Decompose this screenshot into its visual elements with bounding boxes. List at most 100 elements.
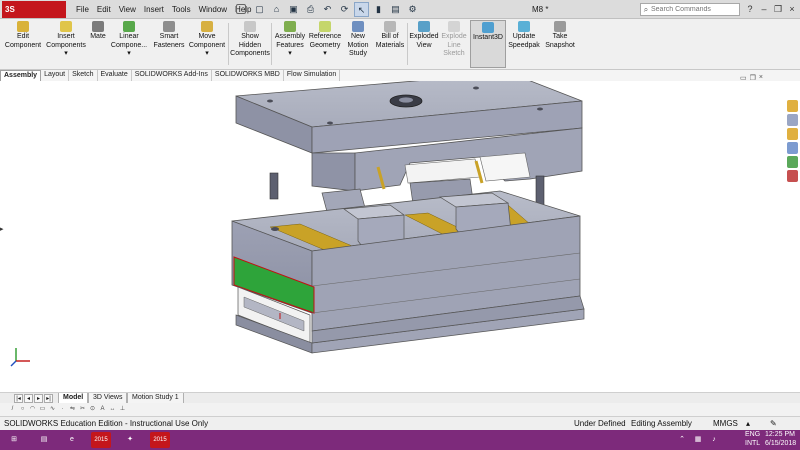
tab-layout[interactable]: Layout [41, 70, 70, 81]
cavity-block-front [311, 152, 356, 192]
offset-tool-icon[interactable]: ⊙ [88, 405, 97, 414]
menu-window[interactable]: Window [195, 0, 231, 19]
menu-bar: File Edit View Insert Tools Window Help [72, 0, 256, 19]
menu-tools[interactable]: Tools [168, 0, 195, 19]
undo-icon[interactable]: ↶ [320, 2, 335, 17]
tile-icon[interactable]: ▭ [740, 74, 747, 82]
clock-date[interactable]: 6/15/2018 [765, 439, 796, 449]
insert-components-button[interactable]: Insert Components ▾ [46, 21, 86, 59]
instant3d-icon [482, 22, 494, 33]
definition-status: Under Defined [574, 419, 626, 428]
file-explorer-taskbar-icon[interactable]: ▤ [34, 432, 54, 448]
camera-snapshot-icon [554, 21, 566, 32]
point-tool-icon[interactable]: · [58, 405, 67, 414]
smart-fasteners-button[interactable]: Smart Fasteners [150, 21, 188, 50]
reference-geometry-icon [319, 21, 331, 32]
solidworks-resources-icon[interactable] [787, 100, 798, 112]
tab-assembly[interactable]: Assembly [0, 70, 42, 81]
ribbon-separator [407, 23, 408, 65]
edit-component-icon [17, 21, 29, 32]
search-input[interactable] [651, 6, 729, 13]
keyboard-layout[interactable]: INTL [745, 439, 760, 449]
slot-tool-icon[interactable]: ▭ [38, 405, 47, 414]
text-tool-icon[interactable]: A [98, 405, 107, 414]
appearances-icon[interactable] [787, 156, 798, 168]
pin-menu-icon[interactable] [236, 4, 246, 14]
assembly-features-button[interactable]: Assembly Features ▾ [273, 21, 307, 59]
trim-tool-icon[interactable]: ✂ [78, 405, 87, 414]
restore-view-icon[interactable]: ❐ [750, 74, 756, 82]
last-tab-icon[interactable]: ▸| [44, 394, 53, 403]
mirror-tool-icon[interactable]: ⇋ [68, 405, 77, 414]
new-motion-study-button[interactable]: New Motion Study [344, 21, 372, 59]
feature-manager-expand-icon[interactable]: ▸ [0, 225, 4, 233]
explode-line-sketch-button[interactable]: Explode Line Sketch [440, 21, 468, 59]
network-icon[interactable]: ▦ [692, 432, 704, 448]
search-commands[interactable]: ⌕ [640, 3, 740, 16]
internet-explorer-icon[interactable]: e [62, 432, 82, 448]
solidworks-taskbar-icon-2[interactable]: 2015 [150, 432, 170, 448]
select-pointer-icon[interactable]: ↖ [354, 2, 369, 17]
menu-edit[interactable]: Edit [93, 0, 115, 19]
file-explorer-icon[interactable] [787, 128, 798, 140]
linear-component-pattern-button[interactable]: Linear Compone... ▾ [110, 21, 148, 59]
browser-taskbar-icon[interactable]: ✦ [120, 432, 140, 448]
units-selector[interactable]: MMGS [713, 417, 738, 431]
reference-triad-icon [10, 348, 30, 367]
edit-component-button[interactable]: Edit Component [2, 21, 44, 50]
windows-start-icon[interactable]: ⊞ [4, 432, 24, 448]
circle-tool-icon[interactable]: ○ [18, 405, 27, 414]
print-icon[interactable]: ⎙ [303, 2, 318, 17]
next-tab-icon[interactable]: ▸ [34, 394, 43, 403]
custom-properties-icon[interactable] [787, 170, 798, 182]
restore-icon[interactable]: ❐ [772, 2, 784, 16]
move-component-button[interactable]: Move Component ▾ [188, 21, 226, 59]
graphics-area[interactable] [0, 72, 800, 391]
exploded-view-button[interactable]: Exploded View [409, 21, 439, 50]
tab-solidworks-add-ins[interactable]: SOLIDWORKS Add-Ins [132, 70, 212, 81]
arc-tool-icon[interactable]: ◠ [28, 405, 37, 414]
show-hidden-components-button[interactable]: Show Hidden Components [230, 21, 270, 59]
help-question-icon[interactable]: ? [744, 2, 756, 16]
tray-expand-icon[interactable]: ⌃ [676, 432, 688, 448]
first-tab-icon[interactable]: |◂ [14, 394, 23, 403]
volume-icon[interactable]: ♪ [708, 432, 720, 448]
line-tool-icon[interactable]: / [8, 405, 17, 414]
close-view-icon[interactable]: × [759, 74, 763, 82]
command-manager: Edit Component Insert Components ▾ Mate Lin… [0, 19, 800, 70]
relation-tool-icon[interactable]: ⊥ [118, 405, 127, 414]
solidworks-taskbar-icon[interactable]: 2015 [91, 432, 111, 448]
design-library-icon[interactable] [787, 114, 798, 126]
units-dropdown-icon[interactable]: ▴ [746, 417, 750, 431]
close-icon[interactable]: × [786, 2, 798, 16]
instant3d-button[interactable]: Instant3D [470, 20, 506, 68]
solidworks-logo[interactable]: 3S SOLIDWORKS [2, 1, 66, 31]
minimize-icon[interactable]: – [758, 2, 770, 16]
view-palette-icon[interactable] [787, 142, 798, 154]
traffic-light-icon[interactable]: ▮ [371, 2, 386, 17]
rebuild-status-icon[interactable]: ✎ [770, 417, 777, 431]
tab-flow-simulation[interactable]: Flow Simulation [284, 70, 341, 81]
menu-view[interactable]: View [115, 0, 140, 19]
options-gear-icon[interactable]: ⚙ [405, 2, 420, 17]
bill-of-materials-button[interactable]: Bill of Materials [374, 21, 406, 50]
take-snapshot-button[interactable]: Take Snapshot [543, 21, 577, 50]
prev-tab-icon[interactable]: ◂ [24, 394, 33, 403]
spline-tool-icon[interactable]: ∿ [48, 405, 57, 414]
dimension-tool-icon[interactable]: ↔ [108, 405, 117, 414]
rebuild-icon[interactable]: ⟳ [337, 2, 352, 17]
editing-mode-status: Editing Assembly [631, 419, 692, 428]
mold-assembly-model[interactable] [0, 72, 800, 391]
open-folder-icon[interactable]: ⌂ [269, 2, 284, 17]
menu-insert[interactable]: Insert [140, 0, 168, 19]
save-icon[interactable]: ▣ [286, 2, 301, 17]
tab-solidworks-mbd[interactable]: SOLIDWORKS MBD [212, 70, 284, 81]
reference-geometry-button[interactable]: Reference Geometry ▾ [308, 21, 342, 59]
menu-file[interactable]: File [72, 0, 93, 19]
update-speedpak-button[interactable]: Update Speedpak [508, 21, 540, 50]
file-properties-icon[interactable]: ▤ [388, 2, 403, 17]
tab-sketch[interactable]: Sketch [69, 70, 98, 81]
tab-evaluate[interactable]: Evaluate [98, 70, 132, 81]
new-document-icon[interactable]: ▢ [252, 2, 267, 17]
mate-button[interactable]: Mate [88, 21, 108, 42]
